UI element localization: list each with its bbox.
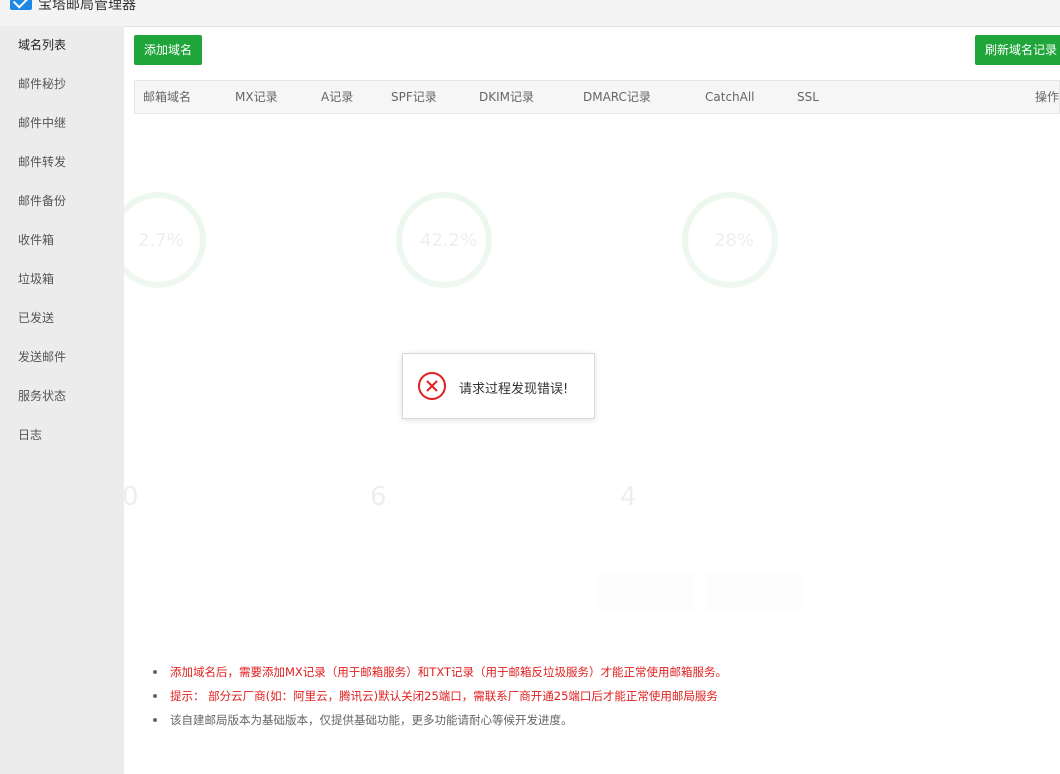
column-header-a: A记录 (321, 90, 354, 104)
column-header-mx: MX记录 (235, 90, 278, 104)
bg-button-2 (706, 572, 802, 612)
sidebar-item-spam[interactable]: 垃圾箱 (0, 260, 124, 299)
bg-ring-2 (396, 192, 492, 288)
column-header-dmarc: DMARC记录 (583, 90, 651, 104)
note-item: 该自建邮局版本为基础版本，仅提供基础功能，更多功能请耐心等候开发进度。 (150, 708, 727, 732)
bg-number-3: 4 (620, 482, 637, 512)
mail-icon (10, 0, 32, 10)
notes-list: 添加域名后，需要添加MX记录（用于邮箱服务）和TXT记录（用于邮箱反垃圾服务）才… (150, 660, 727, 732)
sidebar-item-logs[interactable]: 日志 (0, 416, 124, 455)
sidebar-item-inbox[interactable]: 收件箱 (0, 221, 124, 260)
domain-table-header: 邮箱域名 MX记录 A记录 SPF记录 DKIM记录 DMARC记录 Catch… (134, 80, 1060, 114)
error-message: 请求过程发现错误! (459, 382, 569, 397)
sidebar-item-mail-bcc[interactable]: 邮件秘抄 (0, 65, 124, 104)
bg-number-2: 6 (370, 482, 387, 512)
error-circle-icon (418, 372, 446, 400)
bg-ring-1 (110, 192, 206, 288)
column-header-dkim: DKIM记录 (479, 90, 535, 104)
title-bar: 宝塔邮局管理器 (0, 0, 1060, 27)
sidebar-item-mail-forward[interactable]: 邮件转发 (0, 143, 124, 182)
sidebar-item-domain-list[interactable]: 域名列表 (0, 26, 124, 65)
add-domain-button[interactable]: 添加域名 (134, 35, 203, 65)
refresh-domain-records-button[interactable]: 刷新域名记录 (975, 35, 1060, 65)
bg-ring-3 (682, 192, 778, 288)
column-header-ssl: SSL (797, 90, 819, 104)
bg-ring-3-value: 28% (714, 230, 755, 251)
column-header-spf: SPF记录 (391, 90, 437, 104)
sidebar-item-mail-backup[interactable]: 邮件备份 (0, 182, 124, 221)
app-title: 宝塔邮局管理器 (38, 0, 136, 13)
sidebar-item-sent[interactable]: 已发送 (0, 299, 124, 338)
sidebar-item-send-mail[interactable]: 发送邮件 (0, 338, 124, 377)
column-header-actions: 操作 (1035, 90, 1060, 104)
note-item: 提示： 部分云厂商(如：阿里云，腾讯云)默认关闭25端口，需联系厂商开通25端口… (150, 684, 727, 708)
bg-number-1: 0 (122, 482, 139, 512)
sidebar: 域名列表 邮件秘抄 邮件中继 邮件转发 邮件备份 收件箱 垃圾箱 已发送 发送邮… (0, 26, 124, 774)
bg-ring-1-value: 2.7% (138, 230, 184, 251)
bg-button-1 (598, 572, 694, 612)
column-header-domain: 邮箱域名 (143, 90, 192, 104)
note-item: 添加域名后，需要添加MX记录（用于邮箱服务）和TXT记录（用于邮箱反垃圾服务）才… (150, 660, 727, 684)
bg-ring-2-value: 42.2% (420, 230, 478, 251)
error-dialog: 请求过程发现错误! (402, 353, 595, 419)
sidebar-item-service-status[interactable]: 服务状态 (0, 377, 124, 416)
sidebar-item-mail-relay[interactable]: 邮件中继 (0, 104, 124, 143)
column-header-catchall: CatchAll (705, 90, 755, 104)
